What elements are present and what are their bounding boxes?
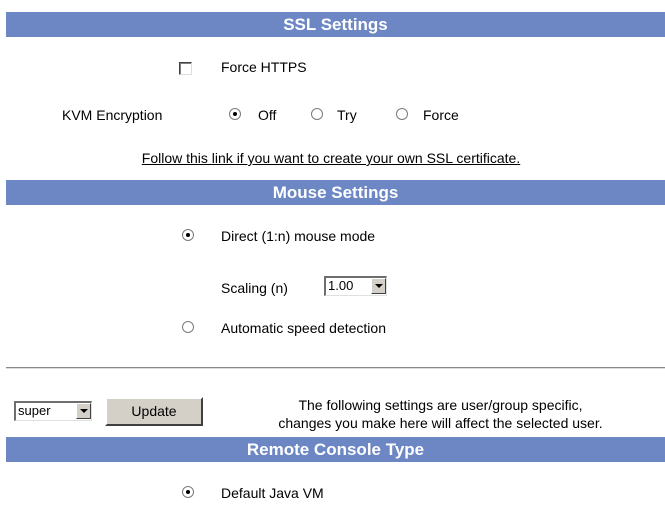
kvm-try-radio[interactable] <box>311 108 323 120</box>
user-specific-note-line1: The following settings are user/group sp… <box>298 397 583 413</box>
user-select-value: super <box>18 403 51 418</box>
chevron-down-icon[interactable] <box>76 403 91 419</box>
kvm-off-radio[interactable] <box>229 108 241 120</box>
default-java-vm-radio[interactable] <box>182 486 194 498</box>
ssl-certificate-link[interactable]: Follow this link if you want to create y… <box>62 149 600 167</box>
scaling-value: 1.00 <box>328 278 354 293</box>
user-select[interactable]: super <box>14 401 92 421</box>
default-java-vm-label: Default Java VM <box>221 485 324 501</box>
force-https-checkbox[interactable] <box>179 62 192 75</box>
direct-mouse-mode-label: Direct (1:n) mouse mode <box>221 228 376 244</box>
remote-console-type-header: Remote Console Type <box>6 437 665 462</box>
auto-speed-radio[interactable] <box>182 321 194 333</box>
kvm-force-radio[interactable] <box>396 108 408 120</box>
mouse-settings-header: Mouse Settings <box>6 180 665 205</box>
kvm-encryption-label: KVM Encryption <box>62 107 163 123</box>
scaling-label: Scaling (n) <box>221 280 288 296</box>
chevron-down-icon[interactable] <box>371 278 386 294</box>
auto-speed-label: Automatic speed detection <box>221 320 386 336</box>
kvm-force-label: Force <box>423 107 459 123</box>
direct-mouse-mode-radio[interactable] <box>182 229 194 241</box>
kvm-off-label: Off <box>258 107 277 123</box>
ssl-settings-header: SSL Settings <box>6 12 665 37</box>
scaling-select[interactable]: 1.00 <box>324 276 387 296</box>
update-button[interactable]: Update <box>105 397 203 426</box>
user-specific-note-line2: changes you make here will affect the se… <box>278 415 603 431</box>
divider <box>6 367 665 369</box>
kvm-try-label: Try <box>337 107 357 123</box>
force-https-label: Force HTTPS <box>221 59 307 75</box>
